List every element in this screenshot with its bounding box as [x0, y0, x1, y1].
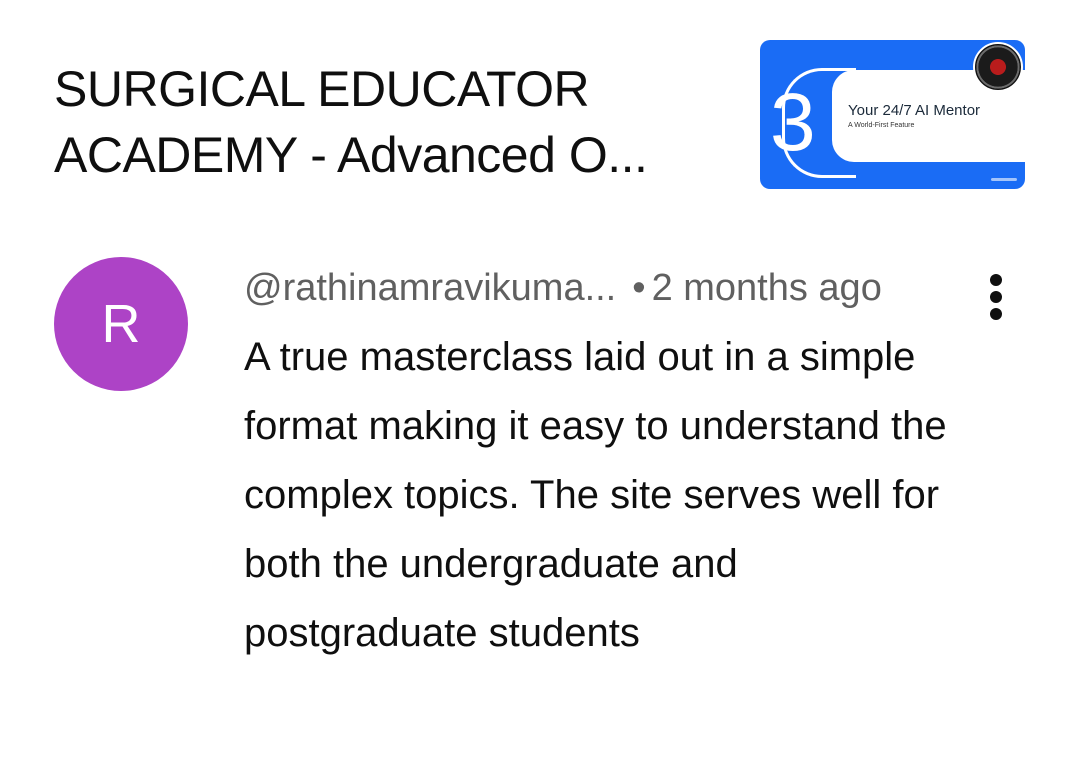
thumbnail-heading: Your 24/7 AI Mentor [848, 102, 981, 119]
academy-logo-icon [973, 42, 1023, 92]
thumbnail-subheading: A World-First Feature [848, 122, 915, 129]
comment-text: A true masterclass laid out in a simple … [244, 335, 947, 655]
video-title[interactable]: SURGICAL EDUCATOR ACADEMY - Advanced O..… [54, 56, 734, 188]
thumbnail-credit-mark [991, 178, 1017, 181]
menu-dot [990, 291, 1002, 303]
comment-time[interactable]: 2 months ago [652, 267, 882, 309]
video-thumbnail[interactable]: 3 Your 24/7 AI Mentor A World-First Feat… [760, 40, 1025, 189]
menu-dot [990, 274, 1002, 286]
menu-dot [990, 308, 1002, 320]
avatar-letter: R [101, 294, 141, 354]
comment-author[interactable]: @rathinamravikuma... [244, 267, 616, 309]
thumbnail-number: 3 [770, 77, 816, 168]
meta-separator: • [632, 267, 646, 309]
comment-meta: @rathinamravikuma... • 2 months ago [244, 266, 882, 310]
more-vert-icon[interactable] [980, 274, 1012, 322]
avatar[interactable]: R [54, 257, 188, 391]
